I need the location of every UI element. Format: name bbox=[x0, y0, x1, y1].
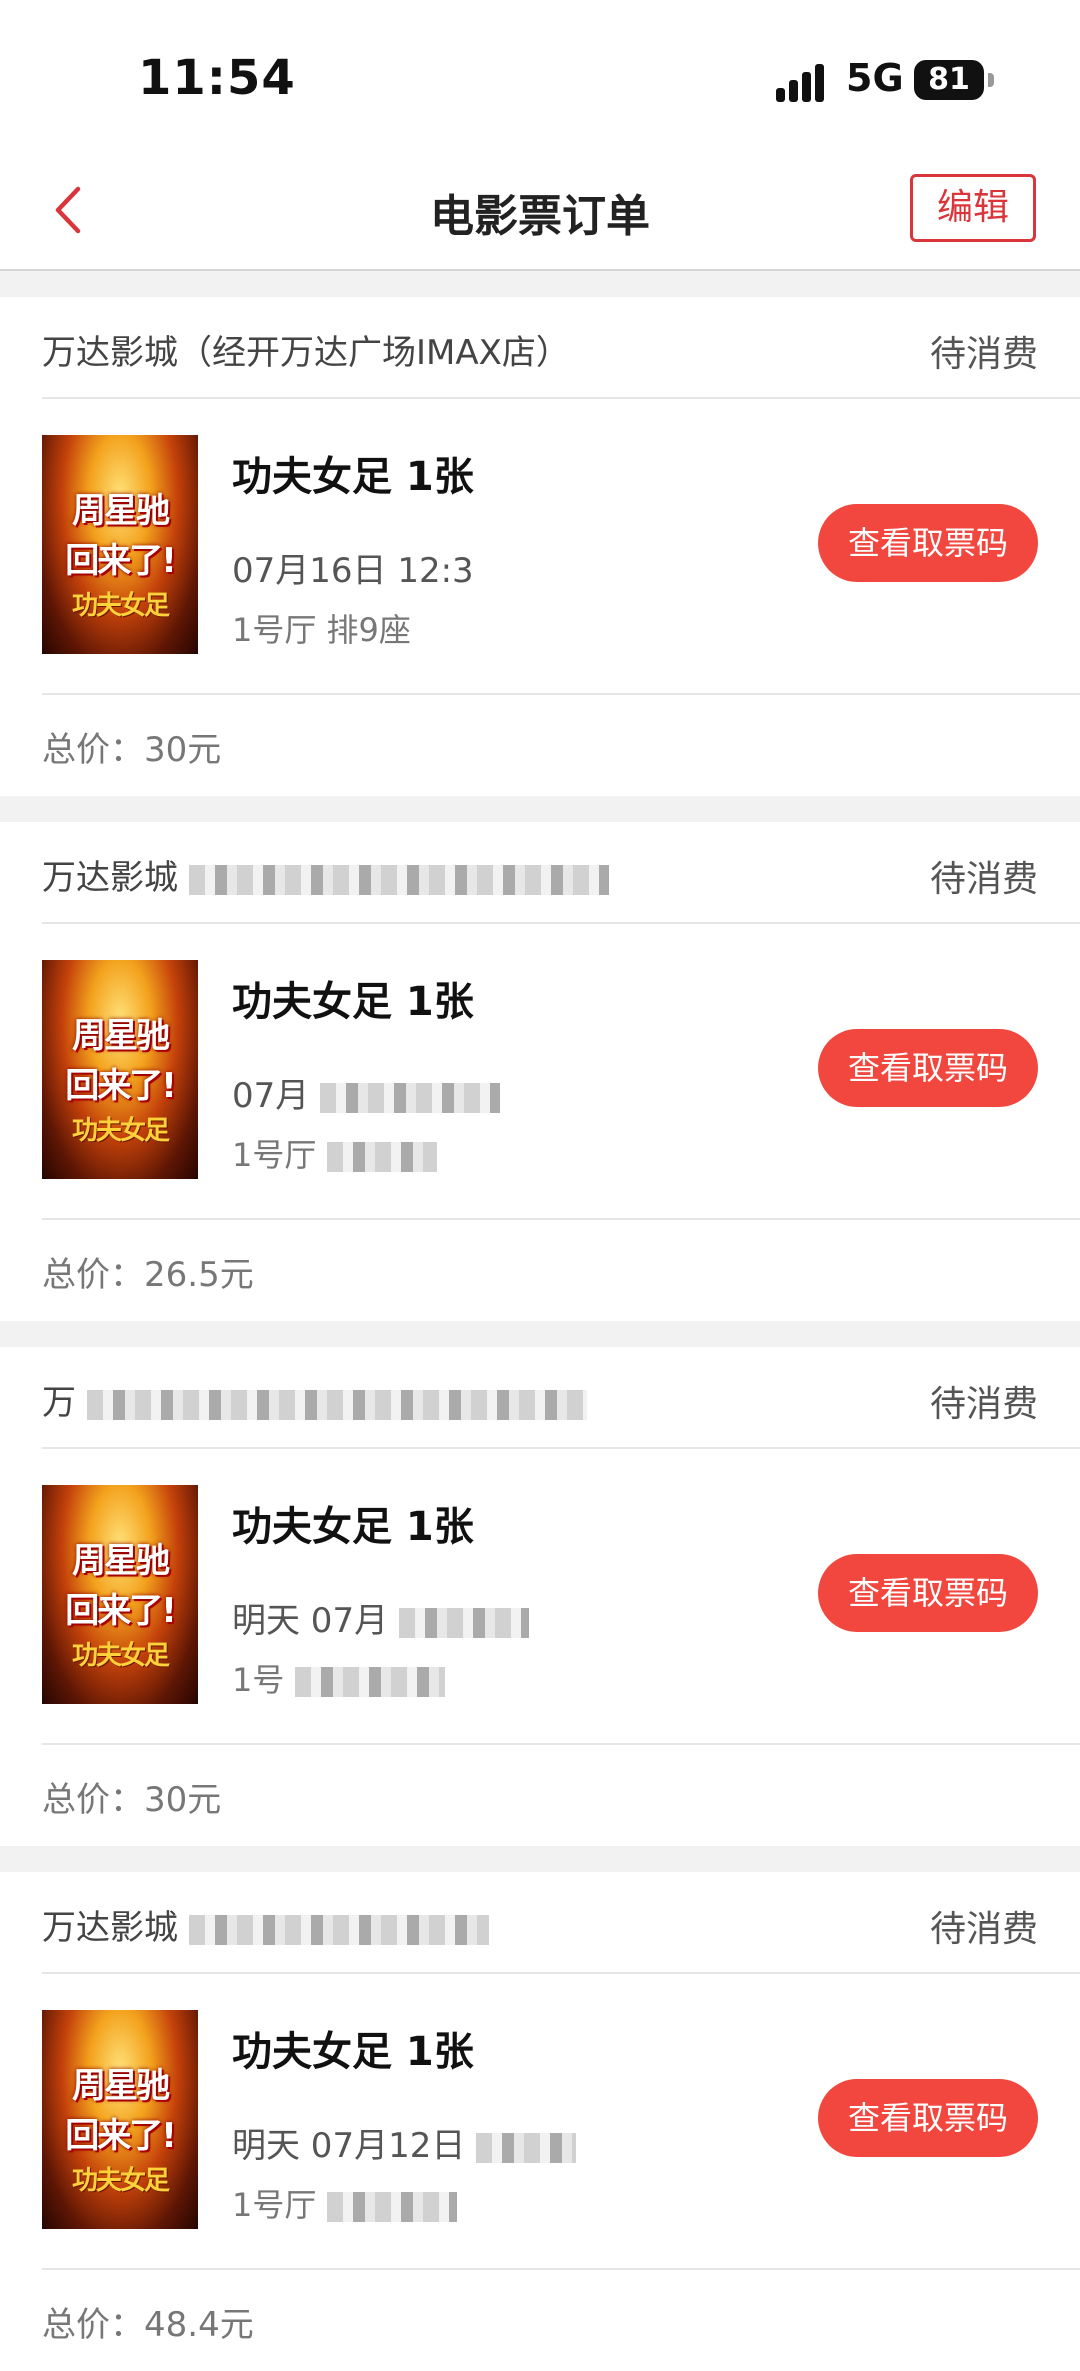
poster-text: 功夫女足 bbox=[71, 591, 170, 621]
view-ticket-code-button[interactable]: 查看取票码 bbox=[818, 504, 1038, 582]
redaction-blur bbox=[188, 864, 609, 895]
order-card[interactable]: 万 待消费 周星驰 回来了! 功夫女足 功夫女足 1张 明天 07月 1号 查看… bbox=[0, 1347, 1080, 1846]
view-ticket-code-button[interactable]: 查看取票码 bbox=[818, 1029, 1038, 1107]
seat-info: 1号 bbox=[232, 1655, 445, 1701]
total-price: 总价：30元 bbox=[42, 730, 222, 770]
redaction-blur bbox=[326, 2192, 457, 2222]
order-card[interactable]: 万达影城 待消费 周星驰 回来了! 功夫女足 功夫女足 1张 07月 1号厅 查… bbox=[0, 822, 1080, 1321]
order-card[interactable]: 万达影城 待消费 周星驰 回来了! 功夫女足 功夫女足 1张 明天 07月12日… bbox=[0, 1872, 1080, 2371]
poster-text: 周星驰 bbox=[72, 2066, 170, 2106]
poster-text: 回来了! bbox=[65, 1066, 177, 1106]
redaction-blur bbox=[320, 1082, 501, 1113]
movie-title: 功夫女足 1张 bbox=[232, 1504, 474, 1550]
divider bbox=[42, 2268, 1080, 2270]
movie-title: 功夫女足 1张 bbox=[232, 979, 474, 1025]
order-status: 待消费 bbox=[929, 1909, 1038, 1950]
seat-info: 1号厅 bbox=[232, 1130, 437, 1176]
battery-icon: 81 bbox=[914, 60, 994, 100]
divider bbox=[42, 693, 1080, 695]
divider bbox=[42, 1972, 1080, 1974]
redaction-blur bbox=[476, 2132, 577, 2163]
poster-text: 功夫女足 bbox=[71, 1116, 170, 1146]
total-price: 总价：26.5元 bbox=[42, 1255, 254, 1295]
redaction-blur bbox=[86, 1389, 587, 1420]
poster-text: 周星驰 bbox=[72, 1016, 170, 1056]
movie-title: 功夫女足 1张 bbox=[232, 454, 474, 500]
order-card[interactable]: 万达影城（经开万达广场IMAX店） 待消费 周星驰 回来了! 功夫女足 功夫女足… bbox=[0, 297, 1080, 796]
total-price: 总价：48.4元 bbox=[42, 2305, 254, 2345]
poster-text: 周星驰 bbox=[72, 491, 170, 531]
total-price: 总价：30元 bbox=[42, 1780, 222, 1820]
divider bbox=[42, 1743, 1080, 1745]
movie-poster[interactable]: 周星驰 回来了! 功夫女足 bbox=[42, 435, 198, 654]
status-bar: 11:54 5G 81 bbox=[0, 0, 1080, 150]
showtime: 07月16日 12:3 bbox=[232, 551, 474, 591]
poster-text: 回来了! bbox=[65, 541, 177, 581]
showtime: 明天 07月12日 bbox=[232, 2118, 577, 2167]
order-status: 待消费 bbox=[929, 334, 1038, 375]
redaction-blur bbox=[326, 1142, 437, 1172]
movie-poster[interactable]: 周星驰 回来了! 功夫女足 bbox=[42, 1485, 198, 1704]
divider bbox=[42, 1447, 1080, 1449]
navigation-bar: 电影票订单 编辑 bbox=[0, 150, 1080, 271]
showtime: 明天 07月 bbox=[232, 1593, 529, 1642]
redaction-blur bbox=[398, 1607, 529, 1638]
seat-info: 1号厅 bbox=[232, 2180, 457, 2226]
divider bbox=[42, 1218, 1080, 1220]
redaction-blur bbox=[188, 1914, 489, 1945]
poster-text: 回来了! bbox=[65, 1591, 177, 1631]
view-ticket-code-button[interactable]: 查看取票码 bbox=[818, 1554, 1038, 1632]
status-time: 11:54 bbox=[138, 50, 296, 106]
movie-poster[interactable]: 周星驰 回来了! 功夫女足 bbox=[42, 2010, 198, 2229]
poster-text: 周星驰 bbox=[72, 1541, 170, 1581]
order-status: 待消费 bbox=[929, 1384, 1038, 1425]
order-status: 待消费 bbox=[929, 859, 1038, 900]
cinema-name: 万达影城（经开万达广场IMAX店） bbox=[42, 333, 570, 373]
cinema-name: 万达影城 bbox=[42, 1900, 489, 1949]
showtime: 07月 bbox=[232, 1068, 501, 1117]
cinema-name: 万达影城 bbox=[42, 850, 609, 899]
divider bbox=[42, 922, 1080, 924]
poster-text: 功夫女足 bbox=[71, 2166, 170, 2196]
seat-info: 1号厅 排9座 bbox=[232, 611, 411, 649]
poster-text: 功夫女足 bbox=[71, 1641, 170, 1671]
signal-icon bbox=[776, 62, 836, 102]
cinema-name: 万 bbox=[42, 1375, 587, 1424]
redaction-blur bbox=[294, 1667, 445, 1697]
edit-button[interactable]: 编辑 bbox=[910, 174, 1036, 242]
movie-title: 功夫女足 1张 bbox=[232, 2029, 474, 2075]
network-type: 5G bbox=[846, 56, 904, 100]
divider bbox=[42, 397, 1080, 399]
movie-poster[interactable]: 周星驰 回来了! 功夫女足 bbox=[42, 960, 198, 1179]
view-ticket-code-button[interactable]: 查看取票码 bbox=[818, 2079, 1038, 2157]
poster-text: 回来了! bbox=[65, 2116, 177, 2156]
